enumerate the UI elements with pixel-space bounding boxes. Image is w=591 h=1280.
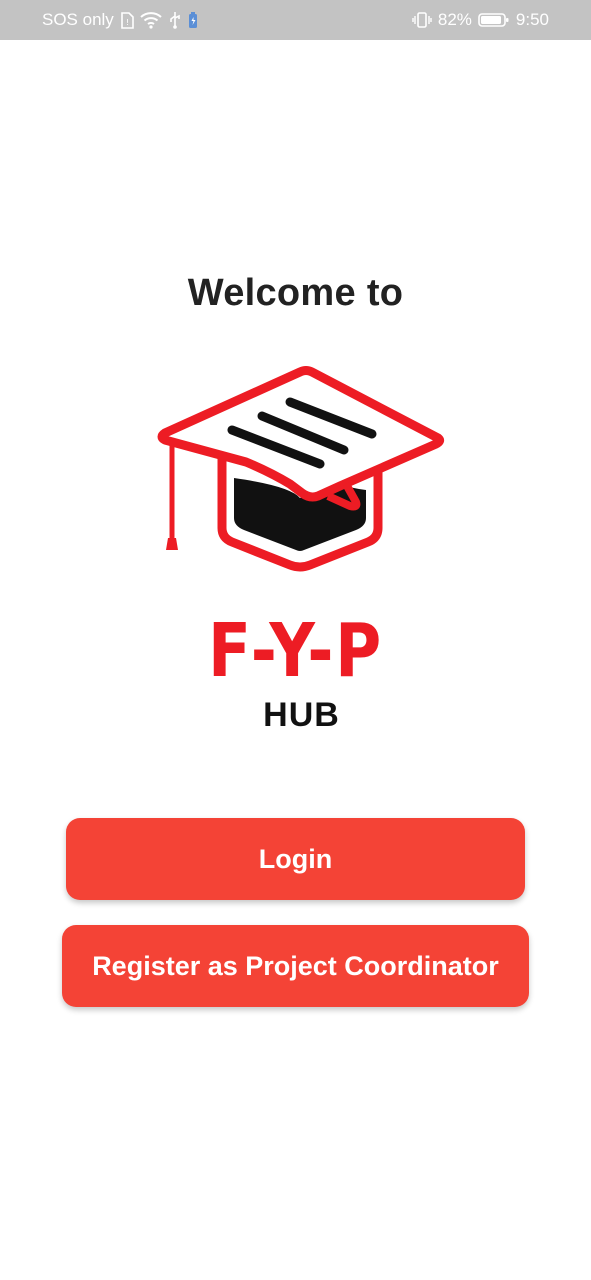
wifi-icon: [140, 11, 162, 29]
battery-percent: 82%: [437, 10, 472, 29]
status-bar-left: SOS only !: [42, 10, 198, 30]
brand-name: F-Y-P: [208, 608, 383, 694]
brand-subtitle: HUB: [263, 696, 340, 734]
battery-saver-icon: [188, 11, 198, 29]
battery-icon: [478, 12, 510, 28]
carrier-text: SOS only: [42, 10, 114, 29]
register-coordinator-button[interactable]: Register as Project Coordinator: [62, 925, 529, 1007]
welcome-screen: SOS only ! 82% 9:50 Welcome to F-Y-P HUB…: [0, 0, 591, 1280]
status-bar: SOS only ! 82% 9:50: [0, 0, 591, 40]
status-bar-right: 82% 9:50: [412, 10, 549, 30]
welcome-heading: Welcome to: [187, 272, 404, 314]
login-button[interactable]: Login: [66, 818, 525, 900]
clock-time: 9:50: [515, 10, 549, 29]
usb-icon: [168, 11, 182, 29]
sim-icon: !: [120, 11, 134, 29]
graduation-cap-icon: [157, 366, 445, 572]
vibrate-icon: [412, 11, 432, 29]
svg-text:!: !: [126, 18, 129, 27]
